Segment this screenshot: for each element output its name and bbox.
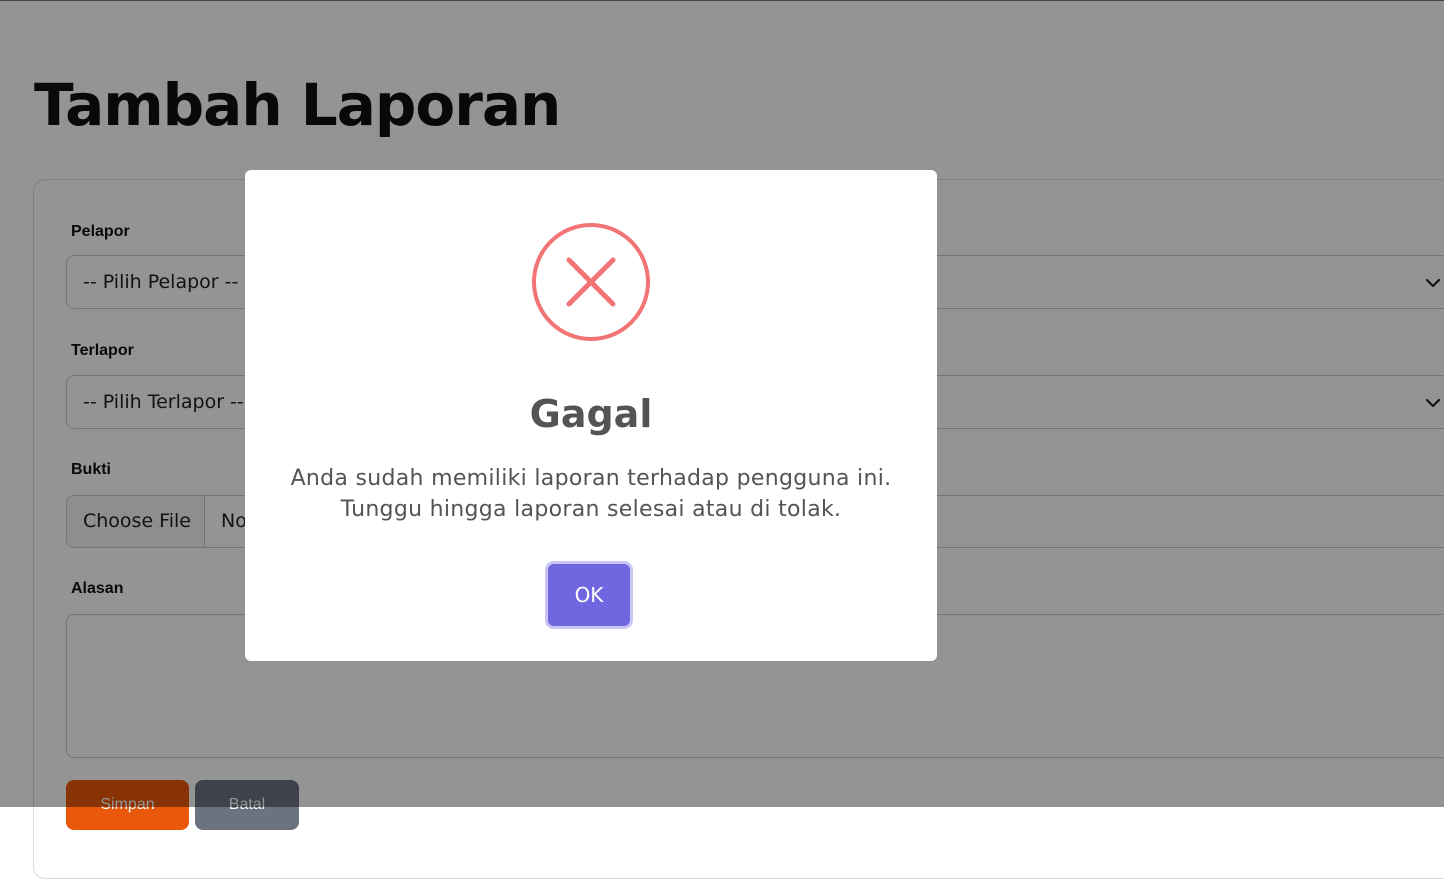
error-dialog: Gagal Anda sudah memiliki laporan terhad… <box>245 170 937 661</box>
dialog-title: Gagal <box>529 392 653 436</box>
dialog-message-line-1: Anda sudah memiliki laporan terhadap pen… <box>290 466 892 491</box>
dialog-message-line-2: Tunggu hingga laporan selesai atau di to… <box>340 497 842 522</box>
error-x-icon <box>532 223 650 341</box>
ok-button[interactable]: OK <box>548 564 630 626</box>
dialog-message: Anda sudah memiliki laporan terhadap pen… <box>275 463 907 525</box>
